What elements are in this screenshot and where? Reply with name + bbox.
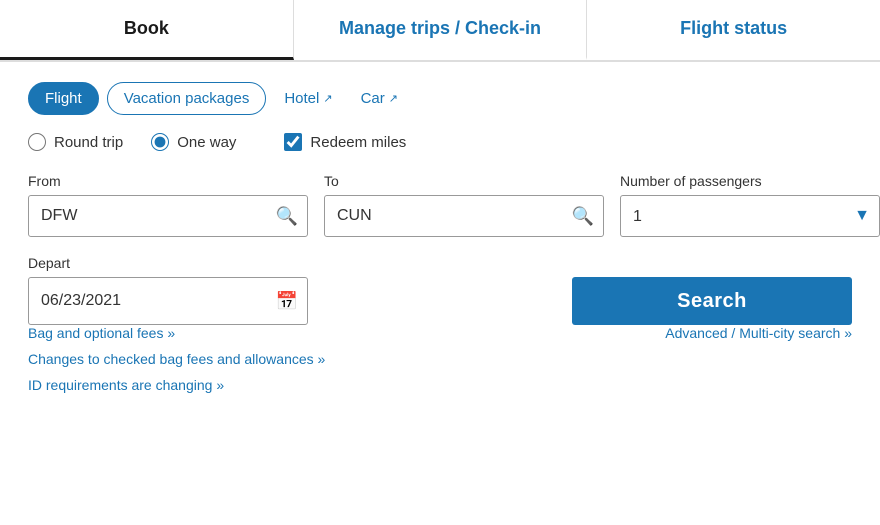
id-requirements-link[interactable]: ID requirements are changing »: [28, 377, 224, 393]
hotel-external-icon: ↗: [323, 92, 332, 105]
to-label: To: [324, 173, 604, 189]
tab-book[interactable]: Book: [0, 0, 294, 60]
from-input-wrapper: 🔍: [28, 195, 308, 237]
subnav-vacation[interactable]: Vacation packages: [107, 82, 267, 115]
from-label: From: [28, 173, 308, 189]
to-input-wrapper: 🔍: [324, 195, 604, 237]
one-way-radio[interactable]: [151, 133, 169, 151]
to-field-group: To 🔍: [324, 173, 604, 237]
sub-navigation: Flight Vacation packages Hotel ↗ Car ↗: [28, 82, 852, 115]
one-way-option[interactable]: One way: [151, 133, 236, 151]
bag-fees-link[interactable]: Bag and optional fees »: [28, 325, 175, 341]
checked-bag-link[interactable]: Changes to checked bag fees and allowanc…: [28, 351, 325, 367]
main-content: Flight Vacation packages Hotel ↗ Car ↗ R…: [0, 62, 880, 413]
round-trip-option[interactable]: Round trip: [28, 133, 123, 151]
tab-manage-trips[interactable]: Manage trips / Check-in: [294, 0, 588, 60]
depart-search-wrapper: Depart 📅 Search: [28, 255, 852, 325]
trip-options-row: Round trip One way Redeem miles: [28, 133, 852, 151]
round-trip-radio[interactable]: [28, 133, 46, 151]
subnav-hotel[interactable]: Hotel ↗: [274, 83, 342, 114]
bottom-links-row-2: Changes to checked bag fees and allowanc…: [28, 351, 852, 367]
depart-input-wrapper: 📅: [28, 277, 308, 325]
passengers-field-group: Number of passengers 1 2 3 4 5 ▼: [620, 173, 880, 237]
bottom-links-row-1: Bag and optional fees » Advanced / Multi…: [28, 325, 852, 341]
tab-flight-status[interactable]: Flight status: [587, 0, 880, 60]
depart-label: Depart: [28, 255, 308, 271]
from-input[interactable]: [28, 195, 308, 237]
bottom-links: Bag and optional fees » Advanced / Multi…: [28, 325, 852, 393]
main-fields-row: From 🔍 To 🔍 Number of passengers 1 2 3: [28, 173, 852, 237]
subnav-flight[interactable]: Flight: [28, 82, 99, 115]
advanced-search-link[interactable]: Advanced / Multi-city search »: [665, 325, 852, 341]
redeem-miles-checkbox[interactable]: [284, 133, 302, 151]
passengers-label: Number of passengers: [620, 173, 880, 189]
redeem-miles-option[interactable]: Redeem miles: [284, 133, 406, 151]
subnav-car[interactable]: Car ↗: [351, 83, 408, 114]
passengers-select[interactable]: 1 2 3 4 5: [620, 195, 880, 237]
to-input[interactable]: [324, 195, 604, 237]
depart-date-input[interactable]: [28, 277, 308, 325]
from-field-group: From 🔍: [28, 173, 308, 237]
passengers-select-wrapper: 1 2 3 4 5 ▼: [620, 195, 880, 237]
search-button[interactable]: Search: [572, 277, 852, 325]
depart-field-group: Depart 📅: [28, 255, 308, 325]
top-navigation: Book Manage trips / Check-in Flight stat…: [0, 0, 880, 62]
bottom-links-row-3: ID requirements are changing »: [28, 377, 852, 393]
car-external-icon: ↗: [389, 92, 398, 105]
